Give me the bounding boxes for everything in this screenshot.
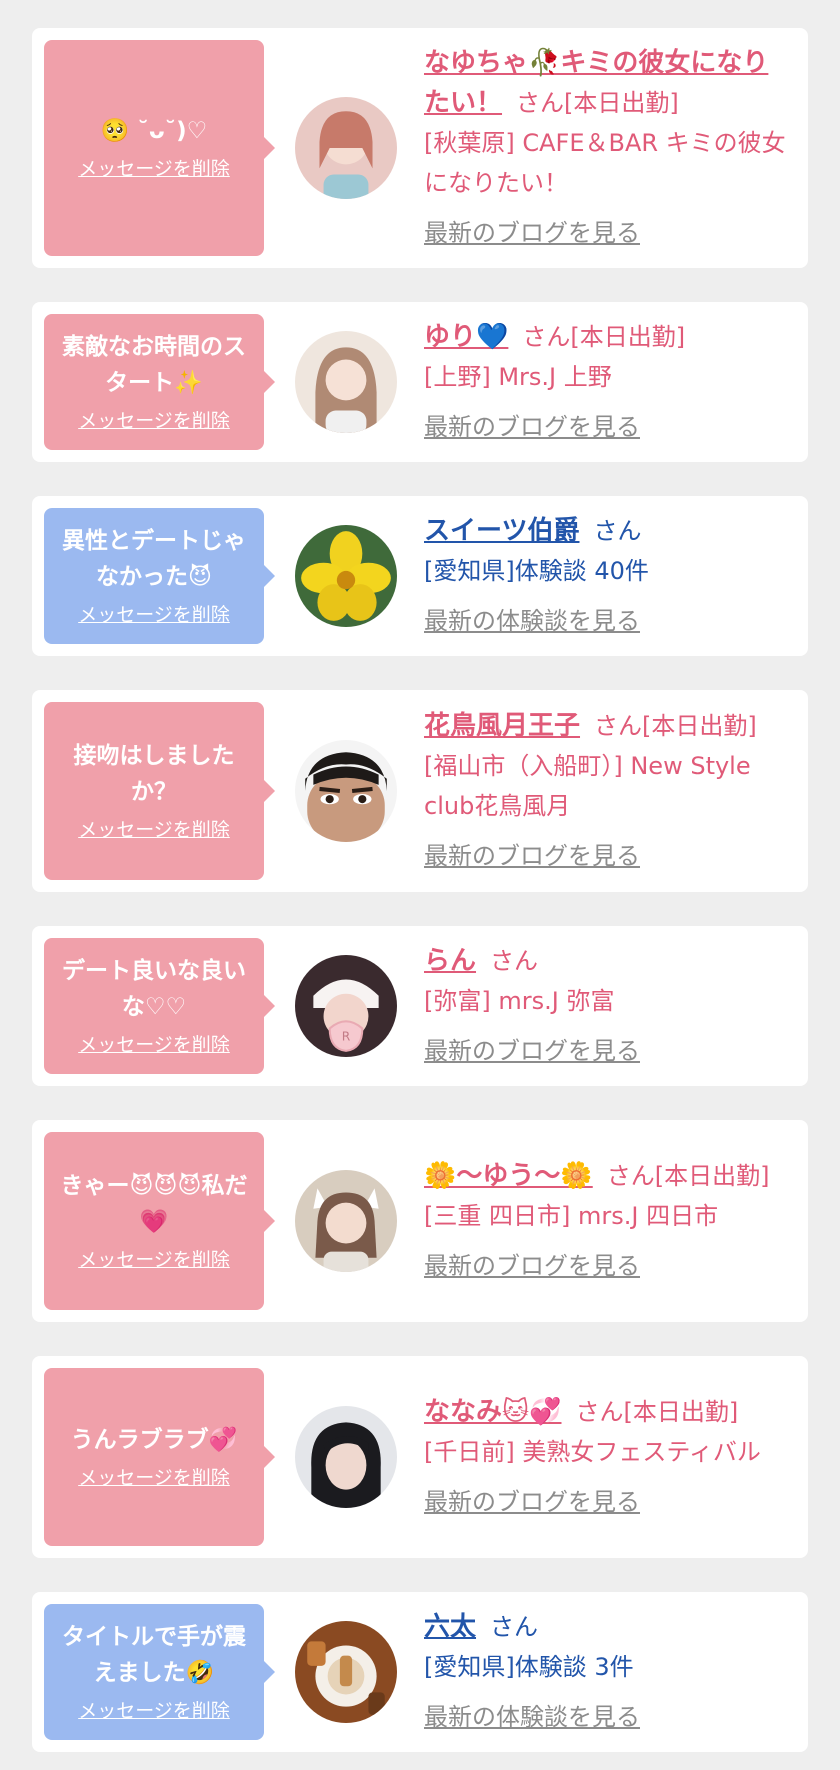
message-bubble: うんラブラブ💞 メッセージを削除 (44, 1368, 275, 1546)
card-info: 花鳥風月王子 さん[本日出勤] [福山市（入船町）] New Style club… (424, 706, 792, 876)
message-bubble: きゃー😈😈😈私だ💗 メッセージを削除 (44, 1132, 275, 1310)
avatar[interactable] (282, 97, 410, 199)
card-info: スイーツ伯爵 さん [愛知県]体験談 40件 最新の体験談を見る (424, 511, 792, 641)
profile-name-link[interactable]: スイーツ伯爵 (424, 516, 579, 546)
latest-post-link[interactable]: 最新のブログを見る (424, 836, 640, 876)
name-line: ななみ🐱💞 さん[本日出勤] (424, 1392, 792, 1432)
shop-label: [千日前] 美熟女フェスティバル (424, 1438, 761, 1466)
delete-message-link[interactable]: メッセージを削除 (78, 1697, 230, 1725)
profile-photo-icon: R (295, 955, 397, 1057)
shop-label: [上野] Mrs.J 上野 (424, 363, 612, 391)
message-text: 異性とデートじゃなかった😈 (62, 528, 246, 590)
name-suffix: さん[本日出勤] (516, 89, 679, 117)
card-info: ゆり💙 さん[本日出勤] [上野] Mrs.J 上野 最新のブログを見る (424, 317, 792, 447)
latest-post-link[interactable]: 最新のブログを見る (424, 407, 640, 447)
message-card: タイトルで手が震えました🤣 メッセージを削除 六太 さん [愛知県]体験談 3件 … (32, 1592, 808, 1752)
message-bubble: タイトルで手が震えました🤣 メッセージを削除 (44, 1604, 275, 1740)
profile-photo-icon (295, 97, 397, 199)
name-suffix: さん (593, 517, 642, 545)
message-card: 素敵なお時間のスタート✨ メッセージを削除 ゆり💙 さん[本日出勤] [上野] M… (32, 302, 808, 462)
card-info: 六太 さん [愛知県]体験談 3件 最新の体験談を見る (424, 1607, 792, 1737)
profile-name-link[interactable]: ゆり💙 (424, 322, 508, 352)
avatar[interactable] (282, 1406, 410, 1508)
name-line: 花鳥風月王子 さん[本日出勤] (424, 706, 792, 746)
message-text: うんラブラブ💞 (70, 1427, 238, 1453)
profile-photo-icon (295, 1406, 397, 1508)
card-info: ななみ🐱💞 さん[本日出勤] [千日前] 美熟女フェスティバル 最新のブログを見る (424, 1392, 792, 1522)
message-list: 🥺 ˘ᴗ˘)♡ メッセージを削除 なゆちゃ🥀キミの彼女になりたい！ さん[本日出勤… (0, 0, 840, 1752)
svg-text:R: R (342, 1030, 351, 1044)
message-text: タイトルで手が震えました🤣 (62, 1624, 246, 1686)
latest-review-link[interactable]: 最新の体験談を見る (424, 601, 640, 641)
avatar[interactable] (282, 525, 410, 627)
name-suffix: さん[本日出勤] (522, 323, 686, 351)
profile-name-link[interactable]: 花鳥風月王子 (424, 711, 580, 741)
name-line: なゆちゃ🥀キミの彼女になりたい！ さん[本日出勤] (424, 43, 792, 123)
shop-label: [愛知県]体験談 40件 (424, 557, 649, 585)
delete-message-link[interactable]: メッセージを削除 (78, 155, 230, 183)
profile-photo-icon (295, 740, 397, 842)
delete-message-link[interactable]: メッセージを削除 (78, 1246, 230, 1274)
message-card: きゃー😈😈😈私だ💗 メッセージを削除 🌼〜ゆう〜🌼 さん[本日出勤] [三重 四日… (32, 1120, 808, 1322)
name-suffix: さん (490, 947, 539, 975)
delete-message-link[interactable]: メッセージを削除 (78, 1464, 230, 1492)
delete-message-link[interactable]: メッセージを削除 (78, 407, 230, 435)
message-text: 🥺 ˘ᴗ˘)♡ (100, 118, 208, 144)
message-card: デート良いな良いな♡♡ メッセージを削除 R らん さん [弥富] mrs.J 弥… (32, 926, 808, 1086)
name-suffix: さん (490, 1613, 539, 1641)
latest-post-link[interactable]: 最新のブログを見る (424, 1031, 640, 1071)
latest-review-link[interactable]: 最新の体験談を見る (424, 1697, 640, 1737)
delete-message-link[interactable]: メッセージを削除 (78, 816, 230, 844)
delete-message-link[interactable]: メッセージを削除 (78, 1031, 230, 1059)
name-line: ゆり💙 さん[本日出勤] (424, 317, 792, 357)
flower-photo-icon (295, 525, 397, 627)
name-line: スイーツ伯爵 さん (424, 511, 792, 551)
profile-photo-icon (295, 1170, 397, 1272)
shop-label: [秋葉原] CAFE＆BAR キミの彼女になりたい！ (424, 129, 786, 197)
profile-name-link[interactable]: 🌼〜ゆう〜🌼 (424, 1161, 593, 1191)
name-suffix: さん[本日出勤] (606, 1162, 770, 1190)
card-info: なゆちゃ🥀キミの彼女になりたい！ さん[本日出勤] [秋葉原] CAFE＆BAR … (424, 43, 792, 253)
message-bubble: デート良いな良いな♡♡ メッセージを削除 (44, 938, 275, 1074)
message-card: 🥺 ˘ᴗ˘)♡ メッセージを削除 なゆちゃ🥀キミの彼女になりたい！ さん[本日出勤… (32, 28, 808, 268)
message-text: デート良いな良いな♡♡ (62, 958, 246, 1020)
avatar[interactable] (282, 331, 410, 433)
profile-name-link[interactable]: らん (424, 946, 476, 976)
food-photo-icon (295, 1621, 397, 1723)
avatar[interactable] (282, 1170, 410, 1272)
message-card: うんラブラブ💞 メッセージを削除 ななみ🐱💞 さん[本日出勤] [千日前] 美熟女… (32, 1356, 808, 1558)
card-info: らん さん [弥富] mrs.J 弥富 最新のブログを見る (424, 941, 792, 1071)
profile-name-link[interactable]: ななみ🐱💞 (424, 1397, 561, 1427)
message-card: 異性とデートじゃなかった😈 メッセージを削除 スイーツ伯爵 さん [愛知県]体験談… (32, 496, 808, 656)
name-suffix: さん[本日出勤] (575, 1398, 739, 1426)
shop-label: [福山市（入船町）] New Style club花鳥風月 (424, 752, 751, 820)
name-suffix: さん[本日出勤] (594, 712, 757, 740)
name-line: 六太 さん (424, 1607, 792, 1647)
message-bubble: 素敵なお時間のスタート✨ メッセージを削除 (44, 314, 275, 450)
shop-label: [弥富] mrs.J 弥富 (424, 987, 615, 1015)
profile-name-link[interactable]: 六太 (424, 1612, 476, 1642)
message-bubble: 異性とデートじゃなかった😈 メッセージを削除 (44, 508, 275, 644)
avatar[interactable] (282, 1621, 410, 1723)
message-text: きゃー😈😈😈私だ💗 (60, 1173, 248, 1235)
message-card: 接吻はしましたか？ メッセージを削除 花鳥風月王子 さん[本日出勤] [福山市（入… (32, 690, 808, 892)
card-info: 🌼〜ゆう〜🌼 さん[本日出勤] [三重 四日市] mrs.J 四日市 最新のブログ… (424, 1156, 792, 1286)
latest-post-link[interactable]: 最新のブログを見る (424, 213, 640, 253)
profile-photo-icon (295, 331, 397, 433)
message-bubble: 接吻はしましたか？ メッセージを削除 (44, 702, 275, 880)
name-line: らん さん (424, 941, 792, 981)
name-line: 🌼〜ゆう〜🌼 さん[本日出勤] (424, 1156, 792, 1196)
message-text: 素敵なお時間のスタート✨ (62, 334, 246, 396)
message-bubble: 🥺 ˘ᴗ˘)♡ メッセージを削除 (44, 40, 275, 256)
avatar[interactable] (282, 740, 410, 842)
latest-post-link[interactable]: 最新のブログを見る (424, 1482, 640, 1522)
shop-label: [三重 四日市] mrs.J 四日市 (424, 1202, 719, 1230)
shop-label: [愛知県]体験談 3件 (424, 1653, 634, 1681)
message-text: 接吻はしましたか？ (73, 743, 235, 805)
latest-post-link[interactable]: 最新のブログを見る (424, 1246, 640, 1286)
avatar[interactable]: R (282, 955, 410, 1057)
delete-message-link[interactable]: メッセージを削除 (78, 601, 230, 629)
